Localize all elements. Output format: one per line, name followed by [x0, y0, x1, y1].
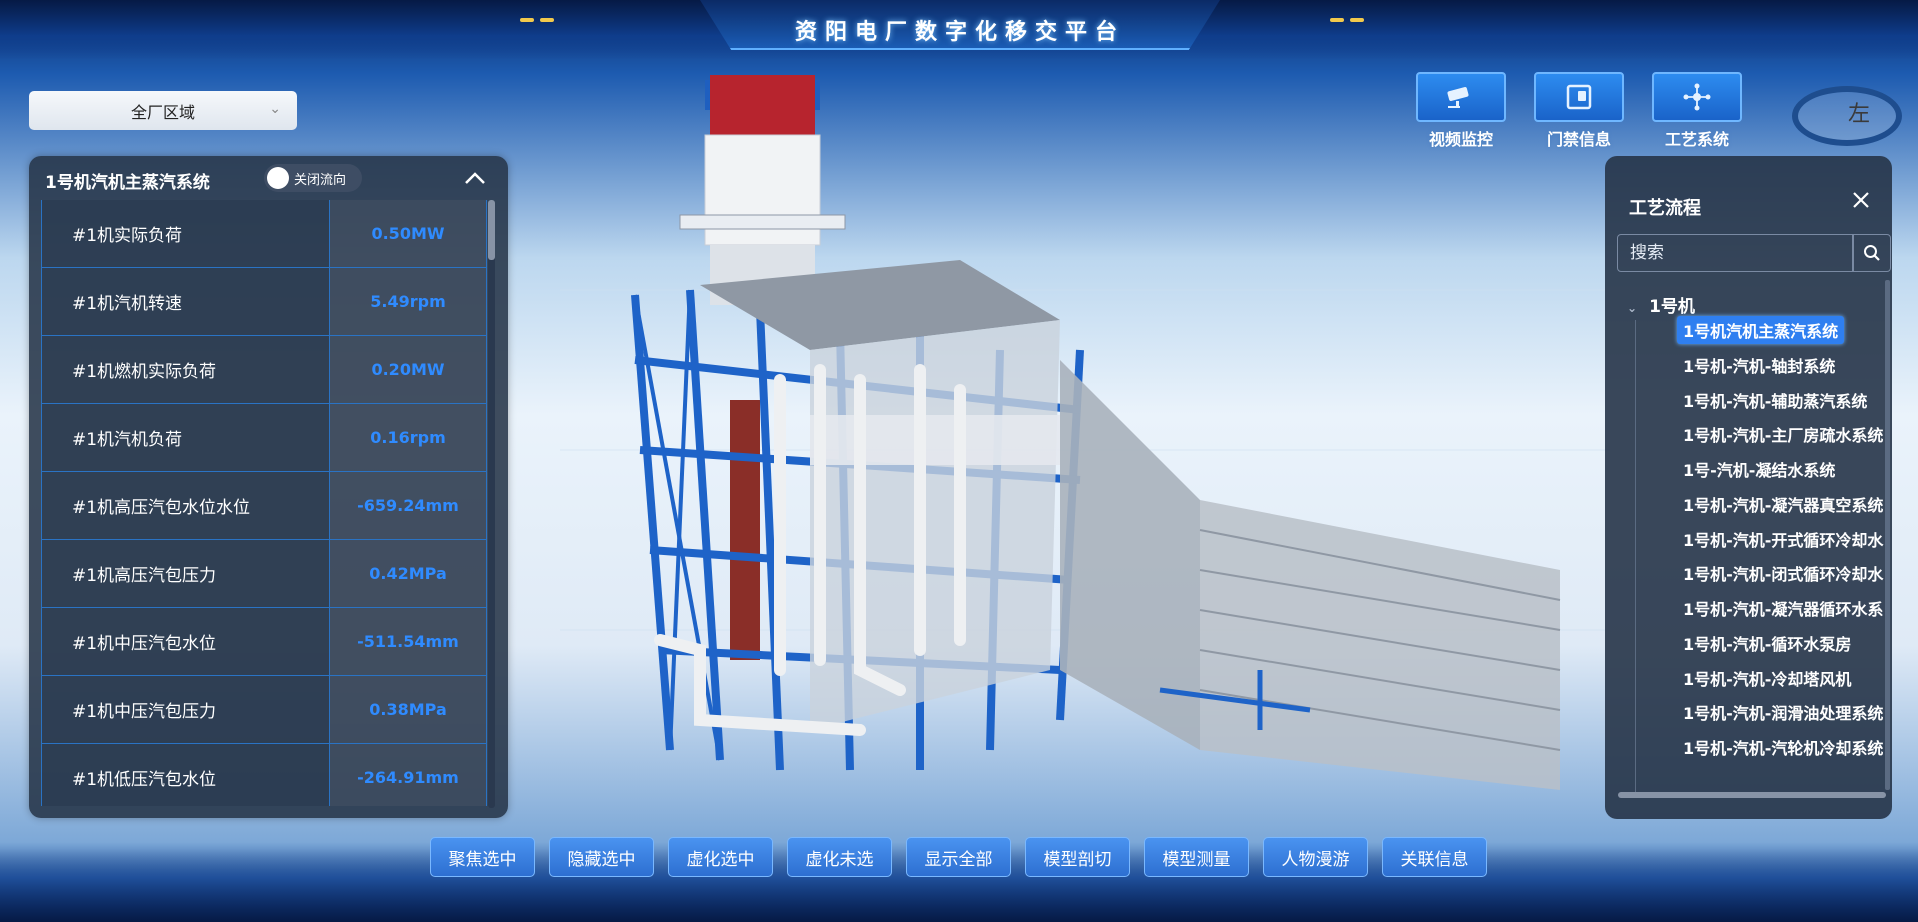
- tree-item[interactable]: 1号机-汽机-冷却塔风机: [1677, 664, 1857, 692]
- door-icon: [1534, 72, 1624, 122]
- exhaust-duct: [1060, 360, 1561, 790]
- measure-model-button[interactable]: 模型测量: [1144, 837, 1249, 877]
- search-input[interactable]: [1617, 234, 1853, 272]
- table-row[interactable]: #1机汽机转速 5.49rpm: [42, 268, 487, 336]
- row-name: #1机汽机负荷: [42, 404, 330, 471]
- collapse-panel-button[interactable]: [464, 166, 486, 191]
- network-icon: [1652, 72, 1742, 122]
- panel-title: 工艺流程: [1629, 198, 1701, 219]
- close-panel-button[interactable]: [1852, 190, 1870, 215]
- tree-scrollbar[interactable]: [1885, 280, 1890, 790]
- table-row[interactable]: #1机中压汽包压力 0.38MPa: [42, 676, 487, 744]
- search-icon: [1864, 245, 1880, 261]
- view-direction-gauge[interactable]: 左: [1792, 86, 1902, 146]
- chevron-down-icon[interactable]: ⌄: [1627, 301, 1637, 315]
- panel-title: 1号机汽机主蒸汽系统: [45, 173, 210, 193]
- search-button[interactable]: [1853, 234, 1891, 272]
- table-row[interactable]: #1机燃机实际负荷 0.20MW: [42, 336, 487, 404]
- person-walkthrough-button[interactable]: 人物漫游: [1263, 837, 1368, 877]
- tool-label: 视频监控: [1428, 130, 1493, 149]
- toggle-knob: [267, 167, 289, 189]
- area-select-value: 全厂区域: [130, 102, 195, 122]
- tree-root-label: 1号机: [1649, 297, 1695, 317]
- gauge-label: 左: [1848, 102, 1871, 127]
- row-value: 5.49rpm: [330, 268, 487, 335]
- area-select[interactable]: 全厂区域 ⌄: [29, 91, 297, 130]
- camera-icon: [1416, 72, 1506, 122]
- row-name: #1机中压汽包水位: [42, 608, 330, 675]
- row-name: #1机汽机转速: [42, 268, 330, 335]
- row-name: #1机高压汽包压力: [42, 540, 330, 607]
- video-monitor-button[interactable]: 视频监控: [1416, 72, 1506, 150]
- table-row[interactable]: #1机实际负荷 0.50MW: [42, 200, 487, 268]
- show-all-button[interactable]: 显示全部: [906, 837, 1011, 877]
- section-model-button[interactable]: 模型剖切: [1025, 837, 1130, 877]
- system-data-panel: 1号机汽机主蒸汽系统 关闭流向 #1机实际负荷 0.50MW #1机汽机转速 5.4…: [29, 156, 508, 818]
- row-value: -511.54mm: [330, 608, 487, 675]
- data-table-scrollbar[interactable]: [488, 200, 495, 808]
- tree-item[interactable]: 1号机-汽机-循环水泵房: [1677, 629, 1857, 657]
- flow-direction-toggle[interactable]: 关闭流向: [264, 164, 362, 192]
- tree-horizontal-scrollbar[interactable]: [1618, 792, 1886, 798]
- table-row[interactable]: #1机低压汽包水位 -264.91mm: [42, 744, 487, 806]
- tree-item[interactable]: 1号机-汽机-辅助蒸汽系统: [1677, 386, 1873, 414]
- tree-guide-line: [1635, 320, 1636, 798]
- scrollbar-thumb[interactable]: [488, 200, 495, 260]
- ghost-selected-button[interactable]: 虚化选中: [668, 837, 773, 877]
- chevron-up-icon: [465, 172, 485, 184]
- row-name: #1机高压汽包水位水位: [42, 472, 330, 539]
- tree-item[interactable]: 1号机-汽机-汽轮机冷却系统: [1677, 733, 1889, 761]
- tree-item[interactable]: 1号机-汽机-轴封系统: [1677, 351, 1841, 379]
- tree-item[interactable]: 1号机-汽机-闭式循环冷却水: [1677, 559, 1889, 587]
- related-info-button[interactable]: 关联信息: [1382, 837, 1487, 877]
- app-title: 资阳电厂数字化移交平台: [794, 20, 1125, 45]
- row-value: -659.24mm: [330, 472, 487, 539]
- row-name: #1机燃机实际负荷: [42, 336, 330, 403]
- row-name: #1机实际负荷: [42, 200, 330, 267]
- table-row[interactable]: #1机高压汽包水位水位 -659.24mm: [42, 472, 487, 540]
- model-toolbar: 聚焦选中 隐藏选中 虚化选中 虚化未选 显示全部 模型剖切 模型测量 人物漫游 …: [430, 837, 1487, 877]
- tree-item[interactable]: 1号-汽机-凝结水系统: [1677, 455, 1841, 483]
- table-row[interactable]: #1机汽机负荷 0.16rpm: [42, 404, 487, 472]
- process-system-button[interactable]: 工艺系统: [1652, 72, 1742, 150]
- hide-selected-button[interactable]: 隐藏选中: [549, 837, 654, 877]
- tree-item[interactable]: 1号机-汽机-润滑油处理系统: [1677, 698, 1889, 726]
- row-value: 0.50MW: [330, 200, 487, 267]
- data-table: #1机实际负荷 0.50MW #1机汽机转速 5.49rpm #1机燃机实际负荷 0.…: [41, 200, 487, 806]
- row-value: 0.20MW: [330, 336, 487, 403]
- tree-item[interactable]: 1号机-汽机-凝汽器循环水系: [1677, 594, 1889, 622]
- tree-item[interactable]: 1号机-汽机-开式循环冷却水: [1677, 525, 1889, 553]
- row-name: #1机低压汽包水位: [42, 744, 330, 806]
- row-value: 0.16rpm: [330, 404, 487, 471]
- row-value: 0.42MPa: [330, 540, 487, 607]
- tool-label: 门禁信息: [1546, 130, 1611, 149]
- deco-dash: [520, 18, 534, 22]
- table-row[interactable]: #1机中压汽包水位 -511.54mm: [42, 608, 487, 676]
- focus-selected-button[interactable]: 聚焦选中: [430, 837, 535, 877]
- tree-item[interactable]: 1号机-汽机-凝汽器真空系统: [1677, 490, 1889, 518]
- ghost-unselected-button[interactable]: 虚化未选: [787, 837, 892, 877]
- row-value: 0.38MPa: [330, 676, 487, 743]
- table-row[interactable]: #1机高压汽包压力 0.42MPa: [42, 540, 487, 608]
- tool-label: 工艺系统: [1664, 130, 1729, 149]
- toggle-label: 关闭流向: [294, 172, 347, 188]
- chevron-down-icon: ⌄: [269, 101, 281, 117]
- tree-root-node[interactable]: ⌄ 1号机: [1627, 292, 1695, 317]
- deco-dash: [1330, 18, 1344, 22]
- access-control-button[interactable]: 门禁信息: [1534, 72, 1624, 150]
- tree-item-selected[interactable]: 1号机汽机主蒸汽系统: [1677, 316, 1845, 344]
- process-tree: ⌄ 1号机 1号机汽机主蒸汽系统 1号机-汽机-轴封系统 1号机-汽机-辅助蒸汽系…: [1605, 292, 1892, 798]
- row-value: -264.91mm: [330, 744, 487, 806]
- row-name: #1机中压汽包压力: [42, 676, 330, 743]
- deco-dash: [540, 18, 554, 22]
- tree-item[interactable]: 1号机-汽机-主厂房疏水系统: [1677, 420, 1889, 448]
- process-flow-panel: 工艺流程 ⌄ 1号机 1号机汽机主蒸汽系统 1号机-汽机-轴封系统 1号机-汽机-…: [1605, 156, 1892, 819]
- close-icon: [1853, 192, 1869, 208]
- deco-dash: [1350, 18, 1364, 22]
